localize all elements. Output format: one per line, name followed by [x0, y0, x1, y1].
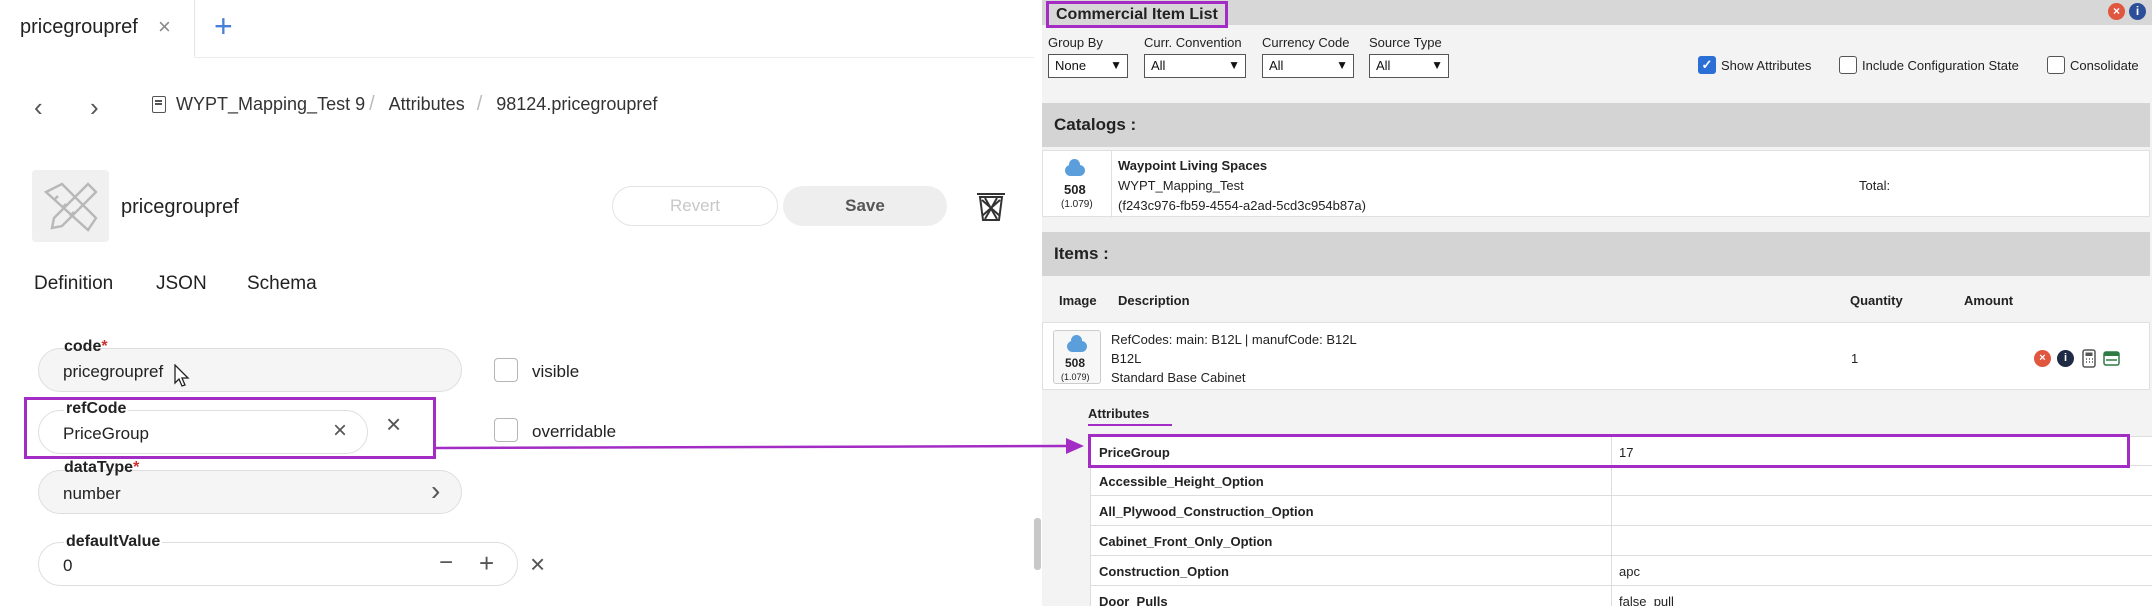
screen: pricegroupref × + ‹ › WYPT_Mapping_Test …: [0, 0, 2152, 606]
mapping-arrow: [435, 438, 1084, 454]
